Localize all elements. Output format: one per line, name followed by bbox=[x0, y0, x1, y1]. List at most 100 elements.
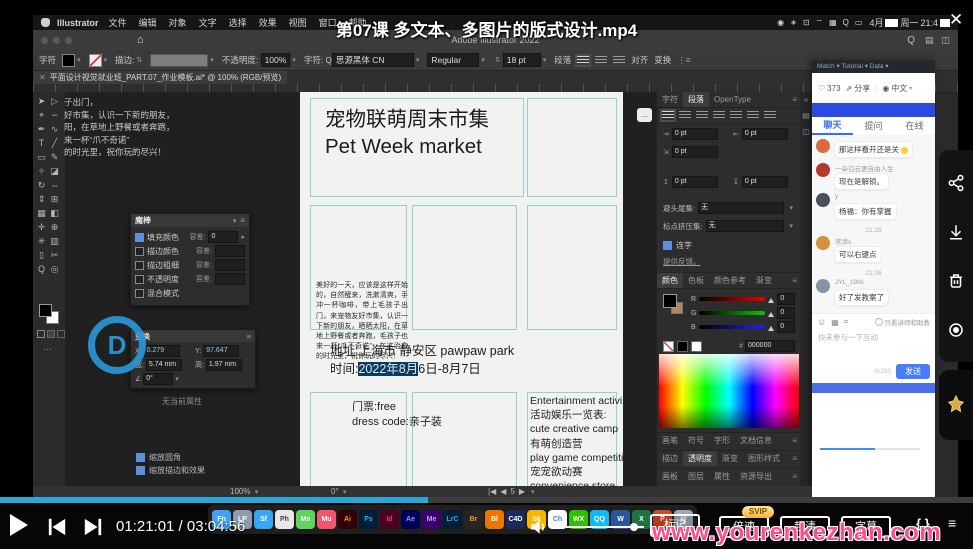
transform-y-field[interactable]: Y: 97.647 bbox=[195, 345, 251, 357]
checkbox[interactable] bbox=[135, 260, 144, 270]
panel-tab-渐变[interactable]: 渐变 bbox=[751, 273, 777, 288]
space-before-field[interactable]: ↥ 0 pt bbox=[663, 176, 718, 188]
panel-tab-图形样式[interactable]: 图形样式 bbox=[743, 451, 785, 466]
line-tool-icon[interactable]: ╱ bbox=[48, 136, 61, 150]
align-center-icon[interactable] bbox=[679, 111, 691, 120]
align-right-icon[interactable] bbox=[613, 55, 626, 65]
like-button[interactable]: ♡ 373 bbox=[818, 84, 841, 93]
share-button[interactable]: ⇗ 分享 bbox=[846, 83, 871, 94]
font-size-control[interactable]: ⇅ 18 pt ▾ bbox=[493, 53, 548, 67]
font-style-control[interactable]: Regular ▾ bbox=[427, 53, 487, 67]
tolerance-value[interactable]: 0 bbox=[208, 231, 239, 243]
align-right-icon[interactable] bbox=[696, 111, 708, 120]
width-profile-select[interactable]: ▾ bbox=[150, 53, 216, 67]
color-proxy-swatches[interactable] bbox=[663, 294, 685, 316]
tab-questions[interactable]: 提问 bbox=[853, 118, 894, 134]
dock-app-Ph[interactable]: Ph bbox=[275, 510, 294, 529]
trash-icon[interactable] bbox=[947, 272, 965, 290]
panel-tab-字形[interactable]: 字形 bbox=[709, 433, 735, 448]
white-swatch[interactable] bbox=[691, 340, 702, 352]
fill-color-swatch[interactable]: ▾ bbox=[62, 53, 83, 67]
checkbox[interactable] bbox=[135, 232, 144, 242]
dock-app-Sf[interactable]: Sf bbox=[254, 510, 273, 529]
first-line-indent-field[interactable]: ⇲ 0 pt bbox=[663, 146, 718, 158]
pen-tool-icon[interactable]: ✒ bbox=[35, 122, 48, 136]
selection-tool-icon[interactable]: ➤ bbox=[35, 94, 48, 108]
panel-tab-颜色参考[interactable]: 颜色参考 bbox=[709, 273, 751, 288]
dock-app-Me[interactable]: Me bbox=[422, 510, 441, 529]
checkbox[interactable] bbox=[135, 288, 144, 298]
volume-icon[interactable] bbox=[528, 517, 548, 537]
none-swatch[interactable] bbox=[663, 340, 674, 352]
justify-right-icon[interactable] bbox=[747, 111, 759, 120]
opacity-control[interactable]: 不透明度: 100% ▾ bbox=[222, 53, 298, 67]
artboard-tool-icon[interactable]: ▯ bbox=[35, 248, 48, 262]
transform-w-field[interactable]: 宽: 5.74 mm bbox=[135, 359, 191, 371]
magic-wand-row[interactable]: 描边粗细 容差: bbox=[135, 258, 245, 272]
panel-tab-符号[interactable]: 符号 bbox=[683, 433, 709, 448]
fill-stroke-indicator[interactable] bbox=[39, 304, 59, 324]
chat-input-field[interactable]: 快来参与一下互动 bbox=[812, 330, 935, 345]
panel-tab-描边[interactable]: 描边 bbox=[657, 451, 683, 466]
align-center-icon[interactable] bbox=[595, 55, 608, 65]
document-tab[interactable]: ✕ 平面设计视觉就业班_PART.07_作业模板.ai* @ 100% (RGB… bbox=[33, 71, 288, 84]
pin-overlay-button[interactable] bbox=[939, 370, 973, 440]
panel-tab-OpenType[interactable]: OpenType bbox=[709, 93, 756, 106]
draw-mode-icons[interactable] bbox=[37, 330, 65, 338]
justify-all-icon[interactable] bbox=[764, 111, 776, 120]
tab-chat[interactable]: 聊天 bbox=[812, 117, 853, 135]
download-icon[interactable] bbox=[947, 223, 965, 241]
rotation-select[interactable]: 0° ▾ bbox=[331, 487, 348, 496]
panel-tab-颜色[interactable]: 颜色 bbox=[657, 273, 683, 288]
dock-app-LrC[interactable]: LrC bbox=[443, 510, 462, 529]
emoji-icon[interactable]: ☺ bbox=[817, 317, 826, 327]
collapse-panel-icon[interactable]: ▾ bbox=[233, 217, 237, 225]
magic-wand-tool-icon[interactable]: ⌖ bbox=[35, 108, 48, 122]
dock-app-Ai[interactable]: Ai bbox=[338, 510, 357, 529]
lasso-tool-icon[interactable]: ∽ bbox=[48, 108, 61, 122]
share-nodes-icon[interactable] bbox=[947, 174, 965, 192]
avatar[interactable] bbox=[816, 193, 830, 207]
fill-proxy-swatch[interactable] bbox=[39, 304, 52, 317]
transform-panel-header[interactable]: 变换 ≡ bbox=[131, 330, 255, 342]
right-indent-field[interactable]: ⇤ 0 pt bbox=[733, 128, 788, 140]
dock-app-Br[interactable]: Br bbox=[464, 510, 483, 529]
dock-app-Mu[interactable]: Mu bbox=[317, 510, 336, 529]
dock-app-C4D[interactable]: C4D bbox=[506, 510, 525, 529]
artboard-navigation[interactable]: |◀ ◀ 5 ▶ ▾ bbox=[488, 487, 537, 496]
panel-tab-资源导出[interactable]: 资源导出 bbox=[735, 469, 777, 484]
panel-menu-icon[interactable]: ≡ bbox=[247, 332, 251, 341]
previous-button[interactable] bbox=[46, 517, 68, 537]
dock-app-Ps[interactable]: Ps bbox=[359, 510, 378, 529]
space-after-field[interactable]: ↧ 0 pt bbox=[733, 176, 788, 188]
panel-tab-字符[interactable]: 字符 bbox=[657, 92, 683, 107]
g-slider[interactable]: G0 bbox=[691, 306, 795, 320]
feedback-link[interactable]: 提供反馈。 bbox=[663, 256, 701, 267]
tolerance-value[interactable] bbox=[215, 245, 245, 257]
scale-corners-checkbox[interactable]: 缩放圆角 bbox=[136, 451, 205, 464]
language-select[interactable]: ◉ 中文 ▾ bbox=[882, 83, 912, 94]
stepper-icon[interactable]: ▸ bbox=[241, 233, 245, 241]
comment-bubble-icon[interactable]: … bbox=[637, 108, 652, 122]
font-family-control[interactable]: 字符: Q 思源黑体 CN ▾ bbox=[304, 53, 422, 67]
gradient-tool-icon[interactable]: ◧ bbox=[48, 206, 61, 220]
screenshot-icon[interactable]: ⌗ bbox=[844, 317, 849, 327]
checkbox[interactable] bbox=[135, 274, 144, 284]
magic-wand-row[interactable]: 混合模式 bbox=[135, 286, 245, 300]
panel-tab-画笔[interactable]: 画笔 bbox=[657, 433, 683, 448]
curvature-tool-icon[interactable]: ∿ bbox=[48, 122, 61, 136]
r-slider[interactable]: R0 bbox=[691, 292, 795, 306]
filter-teacher-checkbox[interactable]: 只看讲师和助教 bbox=[874, 317, 930, 327]
avatar[interactable] bbox=[816, 236, 830, 250]
transform-angle-field[interactable]: ∠ 0° ▾ bbox=[135, 373, 191, 385]
more-options-icon[interactable]: ⋮≡ bbox=[677, 55, 690, 66]
dock-app-Ms[interactable]: Ms bbox=[296, 510, 315, 529]
mojikumi-select[interactable]: 标点挤压集: 无 ▾ bbox=[663, 220, 795, 232]
color-spectrum[interactable] bbox=[659, 354, 799, 428]
tolerance-value[interactable] bbox=[215, 273, 245, 285]
direct-selection-tool-icon[interactable]: ▷ bbox=[48, 94, 61, 108]
rotate-tool-icon[interactable]: ↻ bbox=[35, 178, 48, 192]
black-swatch[interactable] bbox=[677, 340, 688, 352]
panel-tab-渐变[interactable]: 渐变 bbox=[717, 451, 743, 466]
close-tab-icon[interactable]: ✕ bbox=[39, 73, 46, 82]
